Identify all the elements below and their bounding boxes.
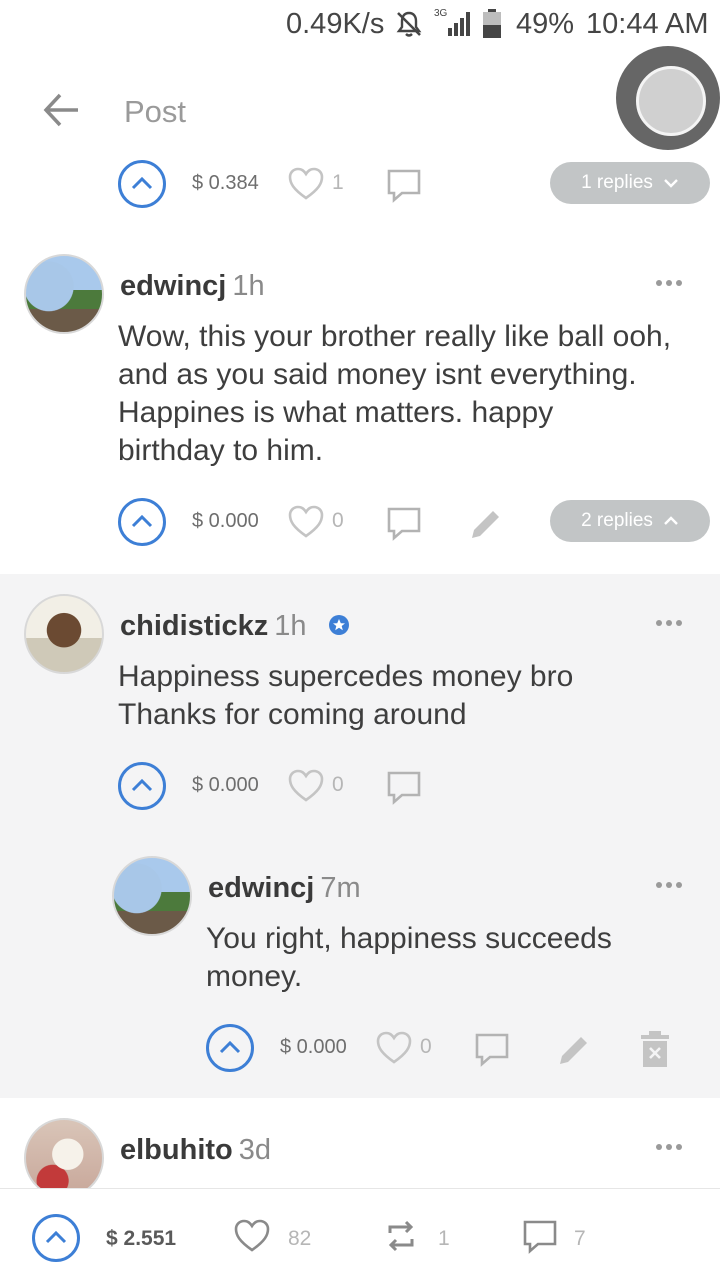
heart-icon[interactable] — [234, 1219, 270, 1253]
payout-value: $ 0.000 — [280, 1036, 347, 1058]
payout-value: $ 0.000 — [192, 774, 259, 796]
chevron-up-icon — [45, 1230, 67, 1244]
reply-icon[interactable] — [474, 1032, 510, 1068]
battery-percentage: 49% — [516, 8, 575, 40]
more-options-icon[interactable] — [656, 1144, 688, 1156]
like-count: 0 — [420, 1035, 432, 1058]
chevron-up-icon — [131, 176, 153, 190]
upvote-button[interactable] — [118, 498, 166, 546]
chevron-up-icon — [664, 516, 678, 525]
replies-label: 2 replies — [581, 510, 653, 531]
post-resteem-count: 1 — [438, 1227, 450, 1250]
heart-icon[interactable] — [376, 1031, 412, 1065]
comment-body: You right, happiness succeeds money. — [206, 922, 612, 993]
like-count: 0 — [332, 773, 344, 796]
post-payout: $ 2.551 — [106, 1227, 177, 1250]
comment-time: 3d — [238, 1134, 272, 1166]
heart-icon[interactable] — [288, 505, 324, 539]
pencil-icon[interactable] — [468, 506, 504, 542]
post-comment-count: 7 — [574, 1227, 586, 1250]
comment: edwincj 1h Wow, this your brother really … — [0, 236, 720, 574]
more-options-icon[interactable] — [656, 280, 688, 292]
chevron-up-icon — [131, 778, 153, 792]
reply-icon[interactable] — [386, 506, 422, 542]
payout-value: $ 0.000 — [192, 510, 259, 532]
chevron-up-icon — [131, 514, 153, 528]
comment-body: Wow, this your brother really like ball … — [118, 320, 672, 467]
more-options-icon[interactable] — [656, 620, 688, 632]
chevron-up-icon — [219, 1040, 241, 1054]
resteem-icon[interactable] — [384, 1219, 418, 1253]
verified-badge-icon — [329, 615, 349, 635]
app-header: Post — [0, 60, 720, 160]
comment-actions: $ 0.000 0 — [118, 762, 718, 812]
battery-icon — [483, 9, 501, 38]
comment-time: 1h — [274, 610, 307, 642]
network-speed: 0.49K/s — [286, 8, 385, 40]
status-bar: 0.49K/s 3G 49% 10:44 AM — [0, 0, 720, 50]
reply-icon[interactable] — [386, 770, 422, 806]
upvote-button[interactable] — [206, 1024, 254, 1072]
floating-action-button[interactable] — [616, 46, 720, 150]
comment-icon[interactable] — [522, 1219, 558, 1255]
avatar[interactable] — [24, 1118, 104, 1188]
arrow-left-icon[interactable] — [38, 88, 86, 132]
replies-toggle[interactable]: 1 replies — [550, 162, 710, 204]
pencil-icon[interactable] — [556, 1032, 592, 1068]
reply-icon[interactable] — [386, 168, 422, 204]
comment-author[interactable]: elbuhito 3d — [120, 1134, 271, 1167]
comment-actions: $ 0.000 0 2 replies — [118, 498, 718, 548]
replies-label: 1 replies — [581, 172, 653, 193]
page-title: Post — [124, 94, 187, 129]
like-count: 0 — [332, 509, 344, 532]
avatar[interactable] — [112, 856, 192, 936]
clock: 10:44 AM — [586, 8, 709, 40]
post-action-bar: $ 2.551 82 1 7 — [0, 1188, 720, 1280]
avatar[interactable] — [24, 594, 104, 674]
trash-icon[interactable] — [640, 1030, 670, 1068]
comment-author[interactable]: edwincj 1h — [120, 270, 265, 303]
avatar[interactable] — [24, 254, 104, 334]
comment-time: 1h — [232, 270, 265, 302]
comment-actions: $ 0.000 0 — [206, 1024, 706, 1074]
upvote-button[interactable] — [118, 160, 166, 208]
reply-thread: chidistickz 1h Happiness supercedes money… — [0, 574, 720, 1098]
comment-time: 7m — [320, 872, 361, 904]
upvote-button[interactable] — [118, 762, 166, 810]
comment-body: Happiness supercedes money bro Thanks fo… — [118, 660, 574, 731]
heart-icon[interactable] — [288, 167, 324, 201]
svg-text:3G: 3G — [434, 8, 448, 19]
chevron-down-icon — [664, 179, 678, 188]
replies-toggle[interactable]: 2 replies — [550, 500, 710, 542]
comment: elbuhito 3d — [0, 1098, 720, 1188]
comment-actions: $ 0.384 1 1 replies — [118, 160, 718, 210]
comment-author[interactable]: edwincj 7m — [208, 872, 361, 905]
post-like-count: 82 — [288, 1227, 312, 1250]
payout-value: $ 0.384 — [192, 172, 259, 194]
heart-icon[interactable] — [288, 769, 324, 803]
more-options-icon[interactable] — [656, 882, 688, 894]
comment-author[interactable]: chidistickz 1h — [120, 610, 307, 643]
signal-3g-icon: 3G — [434, 8, 470, 36]
like-count: 1 — [332, 171, 344, 194]
notifications-muted-icon — [396, 11, 422, 37]
upvote-button[interactable] — [32, 1214, 80, 1262]
